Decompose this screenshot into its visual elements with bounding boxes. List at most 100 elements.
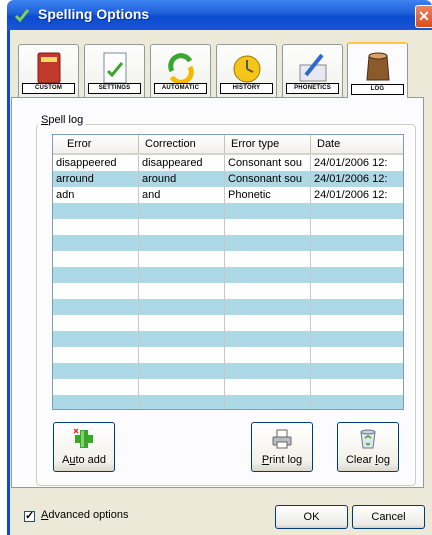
column-header-correction[interactable]: Correction xyxy=(139,135,225,153)
table-cell: Consonant sou xyxy=(225,171,311,187)
advanced-options-checkbox[interactable]: ✓ xyxy=(24,511,35,522)
table-row[interactable] xyxy=(53,251,403,267)
table-cell xyxy=(225,379,311,395)
table-cell xyxy=(53,395,139,409)
table-header: Error Correction Error type Date xyxy=(53,135,403,155)
column-header-error-type[interactable]: Error type xyxy=(225,135,311,153)
table-cell xyxy=(225,395,311,409)
spell-log-table[interactable]: Error Correction Error type Date disappe… xyxy=(52,134,404,410)
table-cell xyxy=(139,347,225,363)
table-cell xyxy=(139,283,225,299)
ok-button[interactable]: OK xyxy=(275,505,348,529)
table-cell xyxy=(311,267,403,283)
table-row[interactable] xyxy=(53,235,403,251)
table-cell: 24/01/2006 12: xyxy=(314,173,388,185)
table-cell xyxy=(311,363,403,379)
tab-label: PHONETICS xyxy=(286,83,339,94)
advanced-options-label[interactable]: Advanced options xyxy=(41,509,128,521)
table-row[interactable]: disappeered disappeared Consonant sou 24/01… xyxy=(53,155,403,171)
table-cell xyxy=(139,235,225,251)
table-cell xyxy=(225,267,311,283)
table-row[interactable] xyxy=(53,315,403,331)
add-plus-icon xyxy=(73,428,93,448)
print-log-label: Print log xyxy=(261,454,303,466)
table-cell xyxy=(53,203,139,219)
table-cell xyxy=(311,299,403,315)
title-bar[interactable]: Spelling Options ✕ xyxy=(7,0,432,30)
table-cell xyxy=(311,219,403,235)
table-cell xyxy=(53,219,139,235)
cancel-button[interactable]: Cancel xyxy=(352,505,425,529)
table-cell xyxy=(53,299,139,315)
table-cell xyxy=(139,379,225,395)
table-cell: 24/01/2006 12: xyxy=(314,157,388,169)
table-cell xyxy=(311,379,403,395)
table-row[interactable] xyxy=(53,347,403,363)
tab-label: HISTORY xyxy=(220,83,273,94)
table-row[interactable]: arround around Consonant sou 24/01/2006 12: xyxy=(53,171,403,187)
table-cell: disappeared xyxy=(139,155,225,171)
auto-add-label: Auto add xyxy=(61,454,107,466)
table-cell xyxy=(225,251,311,267)
table-cell xyxy=(53,235,139,251)
table-row[interactable] xyxy=(53,219,403,235)
tab-custom[interactable]: CUSTOM xyxy=(18,44,79,97)
table-cell xyxy=(225,331,311,347)
printer-icon xyxy=(272,429,292,449)
table-cell xyxy=(139,203,225,219)
table-cell xyxy=(311,251,403,267)
table-row[interactable] xyxy=(53,267,403,283)
table-cell xyxy=(225,315,311,331)
table-cell xyxy=(139,219,225,235)
column-header-date[interactable]: Date xyxy=(311,135,403,153)
table-cell xyxy=(311,347,403,363)
table-row[interactable]: adn and Phonetic 24/01/2006 12: xyxy=(53,187,403,203)
table-cell xyxy=(311,315,403,331)
table-row[interactable] xyxy=(53,363,403,379)
tab-automatic[interactable]: AUTOMATIC xyxy=(150,44,211,97)
spell-log-label: Spell log xyxy=(38,114,87,126)
table-row[interactable] xyxy=(53,395,403,409)
table-cell xyxy=(53,379,139,395)
table-cell xyxy=(139,251,225,267)
table-cell xyxy=(53,347,139,363)
table-row[interactable] xyxy=(53,283,403,299)
table-cell xyxy=(225,299,311,315)
table-cell: arround xyxy=(53,171,139,187)
spell-check-icon xyxy=(14,9,30,23)
table-cell xyxy=(53,315,139,331)
table-cell xyxy=(311,203,403,219)
table-cell xyxy=(139,363,225,379)
table-cell: around xyxy=(139,171,225,187)
print-log-button[interactable]: Print log xyxy=(251,422,313,472)
table-body: disappeered disappeared Consonant sou 24/01… xyxy=(53,155,403,409)
clear-log-label: Clear log xyxy=(345,454,391,466)
tab-log[interactable]: LOG xyxy=(347,42,408,98)
tab-label: SETTINGS xyxy=(88,83,141,94)
table-cell xyxy=(139,299,225,315)
auto-add-button[interactable]: Auto add xyxy=(53,422,115,472)
table-row[interactable] xyxy=(53,331,403,347)
table-row[interactable] xyxy=(53,299,403,315)
table-cell xyxy=(225,363,311,379)
column-header-error[interactable]: Error xyxy=(53,135,139,153)
table-cell xyxy=(225,219,311,235)
table-cell xyxy=(225,283,311,299)
tab-settings[interactable]: SETTINGS xyxy=(84,44,145,97)
table-row[interactable] xyxy=(53,379,403,395)
table-cell: Phonetic xyxy=(225,187,311,203)
table-cell xyxy=(53,283,139,299)
table-cell xyxy=(53,331,139,347)
table-cell xyxy=(311,331,403,347)
table-cell: Consonant sou xyxy=(225,155,311,171)
checklist-document-icon xyxy=(103,52,127,84)
tab-history[interactable]: HISTORY xyxy=(216,44,277,97)
close-icon: ✕ xyxy=(418,8,430,24)
clear-log-button[interactable]: Clear log xyxy=(337,422,399,472)
table-cell xyxy=(311,235,403,251)
tab-phonetics[interactable]: PHONETICS xyxy=(282,44,343,97)
close-button[interactable]: ✕ xyxy=(415,5,432,28)
tree-log-icon xyxy=(366,52,390,81)
table-cell: and xyxy=(139,187,225,203)
table-row[interactable] xyxy=(53,203,403,219)
